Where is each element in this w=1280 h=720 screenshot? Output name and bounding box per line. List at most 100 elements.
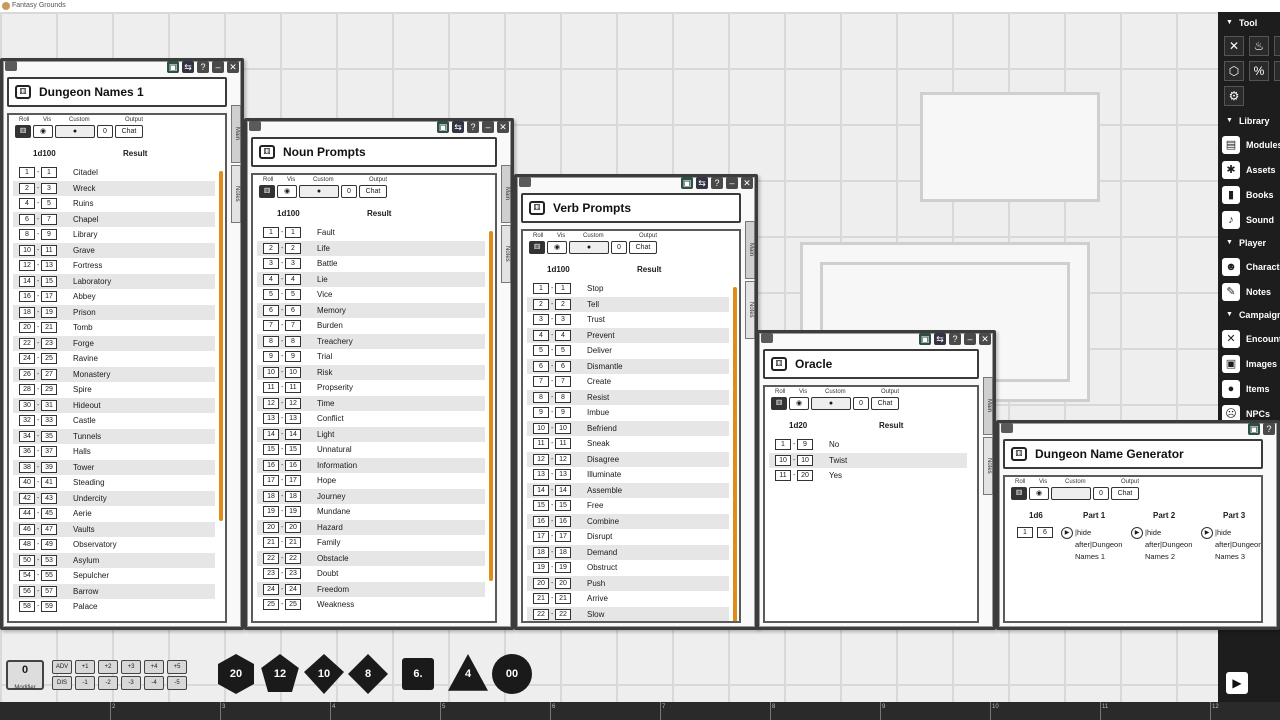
- result-text[interactable]: Ravine: [73, 354, 98, 363]
- link-icon[interactable]: ⇆: [182, 61, 194, 73]
- scrollbar[interactable]: [489, 231, 493, 581]
- result-text[interactable]: Trust: [587, 315, 605, 324]
- modifier-button-minus2[interactable]: -2: [98, 676, 118, 690]
- custom-count-field[interactable]: 0: [97, 125, 113, 138]
- range-to[interactable]: 27: [41, 368, 57, 380]
- roll-button[interactable]: ⚅: [259, 185, 275, 198]
- tab-main[interactable]: Main: [501, 165, 511, 223]
- visibility-toggle[interactable]: ◉: [277, 185, 297, 198]
- play-icon[interactable]: ▶: [1226, 672, 1248, 694]
- range-to[interactable]: 29: [41, 384, 57, 396]
- table-row[interactable]: 18-18 Demand: [527, 544, 729, 560]
- table-row[interactable]: 48-49 Observatory: [13, 537, 215, 553]
- result-text[interactable]: Monastery: [73, 370, 110, 379]
- range-from[interactable]: 8: [533, 391, 549, 403]
- result-text[interactable]: Aerie: [73, 509, 92, 518]
- window-pin-icon[interactable]: [519, 177, 531, 187]
- table-row[interactable]: 20-20 Hazard: [257, 519, 485, 535]
- range-from[interactable]: 20: [263, 521, 279, 533]
- result-text[interactable]: Slow: [587, 610, 604, 619]
- table-row[interactable]: 26-27 Monastery: [13, 366, 215, 382]
- table-row[interactable]: 38-39 Tower: [13, 459, 215, 475]
- help-icon[interactable]: ?: [711, 177, 723, 189]
- lock-icon[interactable]: ▣: [437, 121, 449, 133]
- window-pin-icon[interactable]: [1001, 423, 1013, 433]
- range-to[interactable]: 24: [285, 583, 301, 595]
- result-text[interactable]: Halls: [73, 447, 91, 456]
- range-to[interactable]: 57: [41, 585, 57, 597]
- result-text[interactable]: Life: [317, 244, 330, 253]
- range-from[interactable]: 15: [263, 444, 279, 456]
- table-row[interactable]: 7-7 Create: [527, 374, 729, 390]
- range-from[interactable]: 2: [19, 182, 35, 194]
- window-pin-icon[interactable]: [761, 333, 773, 343]
- range-to[interactable]: 23: [41, 337, 57, 349]
- result-text[interactable]: Prevent: [587, 331, 615, 340]
- table-row[interactable]: 15-15 Unnatural: [257, 442, 485, 458]
- table-row[interactable]: 6-7 Chapel: [13, 211, 215, 227]
- table-row[interactable]: 25-25 Weakness: [257, 597, 485, 613]
- range-to[interactable]: 49: [41, 539, 57, 551]
- tab-main[interactable]: Main: [231, 105, 241, 163]
- range-to[interactable]: 11: [555, 438, 571, 450]
- close-icon[interactable]: ✕: [979, 333, 991, 345]
- output-chat-button[interactable]: Chat: [1111, 487, 1139, 500]
- result-text[interactable]: Disrupt: [587, 532, 612, 541]
- result-text[interactable]: Tunnels: [73, 432, 101, 441]
- range-to[interactable]: 18: [555, 546, 571, 558]
- range-to[interactable]: 47: [41, 523, 57, 535]
- result-text[interactable]: Journey: [317, 492, 345, 501]
- range-to[interactable]: 22: [555, 608, 571, 620]
- d6-die[interactable]: 6.: [402, 658, 434, 690]
- d8-die[interactable]: 8: [348, 654, 388, 694]
- window-pin-icon[interactable]: [249, 121, 261, 131]
- result-text[interactable]: Trial: [317, 352, 332, 361]
- visibility-toggle[interactable]: ◉: [1029, 487, 1049, 500]
- part1-link-icon[interactable]: ▶: [1061, 527, 1073, 539]
- table-row[interactable]: 16-16 Information: [257, 457, 485, 473]
- range-to[interactable]: 19: [285, 506, 301, 518]
- table-row[interactable]: 22-22 Slow: [527, 606, 729, 621]
- minimize-icon[interactable]: –: [212, 61, 224, 73]
- range-to[interactable]: 37: [41, 446, 57, 458]
- table-row[interactable]: 12-12 Disagree: [527, 451, 729, 467]
- range-from[interactable]: 6: [19, 213, 35, 225]
- result-text[interactable]: Battle: [317, 259, 337, 268]
- table-row[interactable]: 34-35 Tunnels: [13, 428, 215, 444]
- range-from[interactable]: 10: [19, 244, 35, 256]
- d12-die[interactable]: 12: [261, 654, 299, 692]
- table-row[interactable]: 8-8 Resist: [527, 389, 729, 405]
- sidebar-item-notes[interactable]: ✎ Notes: [1218, 279, 1280, 304]
- table-row[interactable]: 4-5 Ruins: [13, 196, 215, 212]
- range-to[interactable]: 8: [285, 335, 301, 347]
- range-from[interactable]: 58: [19, 601, 35, 613]
- range-from[interactable]: 13: [533, 469, 549, 481]
- range-to[interactable]: 20: [555, 577, 571, 589]
- result-text[interactable]: Freedom: [317, 585, 349, 594]
- result-text[interactable]: Laboratory: [73, 277, 111, 286]
- result-text[interactable]: Fault: [317, 228, 335, 237]
- potion-icon[interactable]: ♨: [1249, 36, 1269, 56]
- range-from[interactable]: 56: [19, 585, 35, 597]
- table-row[interactable]: 36-37 Halls: [13, 444, 215, 460]
- range-from[interactable]: 32: [19, 415, 35, 427]
- result-text[interactable]: Time: [317, 399, 334, 408]
- range-to[interactable]: 31: [41, 399, 57, 411]
- range-from[interactable]: 9: [533, 407, 549, 419]
- range-to[interactable]: 4: [285, 273, 301, 285]
- result-text[interactable]: Sneak: [587, 439, 610, 448]
- modifier-button-plus5[interactable]: +5: [167, 660, 187, 674]
- range-to[interactable]: 16: [285, 459, 301, 471]
- range-from[interactable]: 10: [533, 422, 549, 434]
- help-icon[interactable]: ?: [1263, 423, 1275, 435]
- table-row[interactable]: 2-2 Tell: [527, 296, 729, 312]
- modifier-button-plus2[interactable]: +2: [98, 660, 118, 674]
- range-from[interactable]: 12: [533, 453, 549, 465]
- visibility-toggle[interactable]: ◉: [547, 241, 567, 254]
- result-text[interactable]: Disagree: [587, 455, 619, 464]
- range-from[interactable]: 16: [533, 515, 549, 527]
- range-to[interactable]: 4: [555, 329, 571, 341]
- range-from[interactable]: 7: [263, 320, 279, 332]
- table-row[interactable]: 4-4 Lie: [257, 271, 485, 287]
- help-icon[interactable]: ?: [949, 333, 961, 345]
